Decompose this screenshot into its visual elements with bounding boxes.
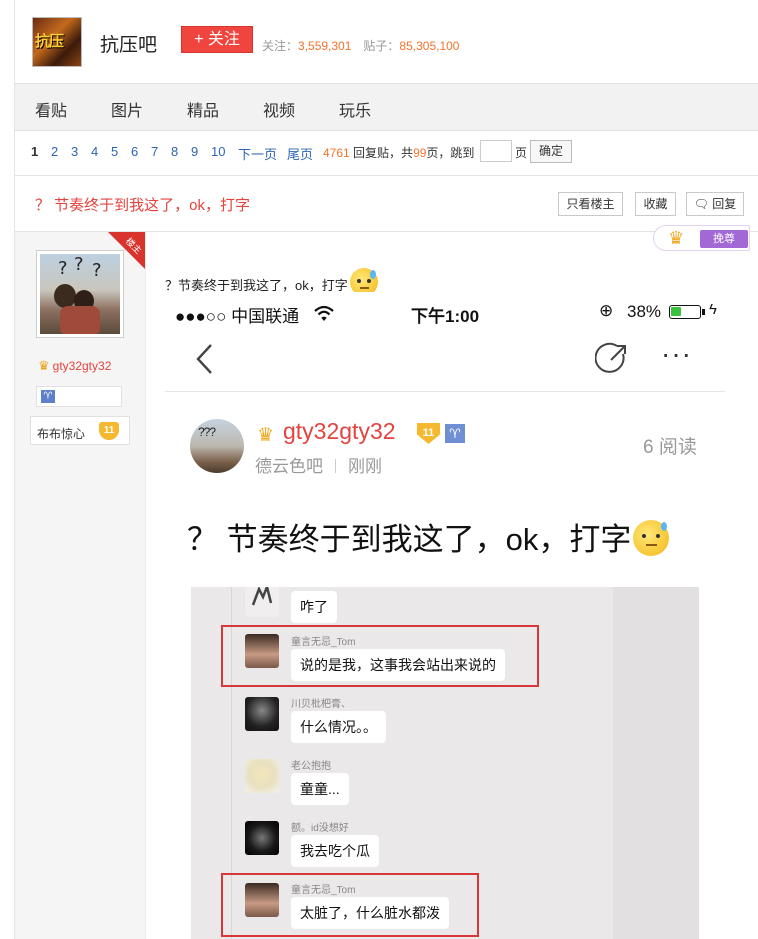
forum-logo[interactable]: 抗压 [32, 17, 82, 67]
crown-icon: ♛ [38, 358, 50, 373]
forum-stats: 关注：3,559,301 贴子：85,305,100 [262, 37, 459, 54]
page-count: 99 [413, 146, 427, 160]
phone-status-bar: ●●●○○ 中国联通 下午1:00 ⊕ 38% ϟ [165, 292, 725, 332]
nav-tab-posts[interactable]: 看贴 [35, 97, 67, 121]
crown-icon: ♛ [668, 228, 685, 248]
chat-message: 什么情况。。 [291, 711, 386, 743]
nav-tab-fun[interactable]: 玩乐 [339, 97, 371, 121]
level-title: 布布惊心 [37, 427, 86, 441]
page-link[interactable]: 4 [91, 144, 98, 159]
more-icon[interactable]: ··· [661, 338, 692, 370]
only-op-button[interactable]: 只看楼主 [558, 192, 623, 216]
posts-label: 贴子： [363, 39, 400, 53]
screenshot-level-badge: 11 [417, 423, 440, 444]
jump-page-input[interactable] [480, 140, 512, 162]
battery-percent: 38% [627, 302, 662, 321]
zodiac-badge-box: ♈ [36, 386, 122, 407]
sweat-emoji-icon [633, 520, 670, 556]
chat-sender: 老公抱抱 [291, 761, 331, 772]
level-badge[interactable]: 布布惊心 11 [30, 416, 130, 445]
aries-icon: ♈ [41, 390, 55, 403]
rotation-lock-icon: ⊕ [599, 301, 614, 320]
reply-label: 回复贴，共 [353, 146, 414, 160]
forum-logo-text: 抗压 [35, 32, 64, 50]
posts-count: 85,305,100 [399, 39, 460, 53]
highlight-box [221, 873, 479, 937]
tip-badge[interactable]: ♛ 挽尊 [653, 225, 750, 251]
share-icon[interactable] [595, 342, 629, 376]
page-link[interactable]: 3 [71, 144, 78, 159]
followers-label: 关注： [262, 39, 299, 53]
author-name-text: gty32gty32 [52, 359, 112, 373]
chat-sender: 额。id没想好 [291, 823, 349, 834]
page-link[interactable]: 5 [111, 144, 118, 159]
chat-message: 咋了 [291, 591, 337, 623]
reply-icon: 🗨 [693, 197, 709, 211]
chat-screenshot: 咋了 童言无忌_Tom 说的是我，这事我会站出来说的 川贝枇杷膏、 什么情况。。… [191, 587, 699, 939]
page-link[interactable]: 8 [171, 144, 178, 159]
chat-message: 童童... [291, 773, 349, 805]
followers-count: 3,559,301 [298, 39, 352, 53]
forum-nav: 看贴 图片 精品 视频 玩乐 [14, 83, 758, 131]
page-link[interactable]: 7 [151, 144, 158, 159]
page-link[interactable]: 6 [131, 144, 138, 159]
nav-tab-featured[interactable]: 精品 [187, 97, 219, 121]
last-page-link[interactable]: 尾页 [287, 144, 313, 163]
thread-title-bar: ？ 节奏终于到我这了，ok，打字 只看楼主 收藏 🗨 回复 [14, 175, 758, 232]
screenshot-bar-name: 德云色吧 [255, 457, 323, 476]
reply-button-label: 回复 [712, 197, 737, 211]
author-name[interactable]: ♛ gty32gty32 [38, 358, 111, 374]
author-sidebar [14, 232, 145, 939]
clock-time: 下午1:00 [411, 307, 480, 326]
chat-sidebar [613, 587, 699, 939]
favorite-button[interactable]: 收藏 [635, 192, 676, 216]
reply-button[interactable]: 🗨 回复 [686, 192, 744, 216]
thread-title: ？ 节奏终于到我这了，ok，打字 [35, 197, 251, 214]
chat-sender: 川贝枇杷膏、 [291, 699, 351, 710]
nav-tab-images[interactable]: 图片 [111, 97, 143, 121]
post-text-content: ？节奏终于到我这了，ok，打字 [165, 278, 348, 293]
aries-icon: ♈ [445, 424, 465, 443]
level-number: 11 [99, 422, 119, 440]
chat-message: 我去吃个瓜 [291, 835, 379, 867]
screenshot-read-count: 6 阅读 [643, 437, 697, 458]
highlight-box [221, 625, 539, 687]
chat-avatar [245, 587, 279, 617]
carrier-signal: ●●●○○ 中国联通 [175, 307, 300, 326]
back-arrow-icon[interactable] [193, 342, 219, 376]
app-toolbar: ··· [165, 334, 725, 392]
crown-icon: ♛ [257, 425, 275, 446]
battery-tip [702, 309, 705, 315]
page-unit-label: 页 [515, 146, 528, 160]
screenshot-post-title: ？ 节奏终于到我这了，ok，打字 [187, 514, 670, 559]
forum-name[interactable]: 抗压吧 [100, 30, 157, 57]
chat-avatar [245, 821, 279, 855]
nav-tab-videos[interactable]: 视频 [263, 97, 295, 121]
page-link[interactable]: 10 [211, 144, 225, 159]
tip-label: 挽尊 [700, 230, 748, 248]
reply-summary: 4761 回复贴，共99页，跳到 [323, 144, 474, 161]
page-current: 1 [31, 144, 39, 159]
author-avatar[interactable]: ? ? ? [36, 250, 124, 338]
wifi-icon [314, 305, 334, 321]
chat-avatar [245, 759, 279, 793]
chat-avatar [245, 697, 279, 731]
battery-fill [671, 307, 681, 316]
screenshot-post-meta: 德云色吧 刚刚 [255, 452, 382, 477]
next-page-link[interactable]: 下一页 [238, 144, 277, 163]
page-link[interactable]: 9 [191, 144, 198, 159]
jump-confirm-button[interactable]: 确定 [530, 140, 572, 163]
reply-count: 4761 [323, 146, 350, 160]
screenshot-author-avatar: ??? [190, 419, 244, 473]
follow-button[interactable]: + 关注 [181, 26, 253, 53]
battery-icon [669, 305, 701, 319]
screenshot-post-time: 刚刚 [348, 457, 382, 476]
pagination: 1 2 3 4 5 6 7 8 9 10 下一页 尾页 4761 回复贴，共99… [14, 131, 758, 175]
screenshot-post-title-text: ？ 节奏终于到我这了，ok，打字 [187, 522, 632, 557]
charging-icon: ϟ [709, 301, 717, 318]
screenshot-author-name: gty32gty32 [283, 418, 396, 444]
post-image[interactable]: ●●●○○ 中国联通 下午1:00 ⊕ 38% ϟ ··· ??? ♛ gty3… [165, 292, 725, 939]
page-link[interactable]: 2 [51, 144, 58, 159]
page-label: 页，跳到 [426, 146, 475, 160]
